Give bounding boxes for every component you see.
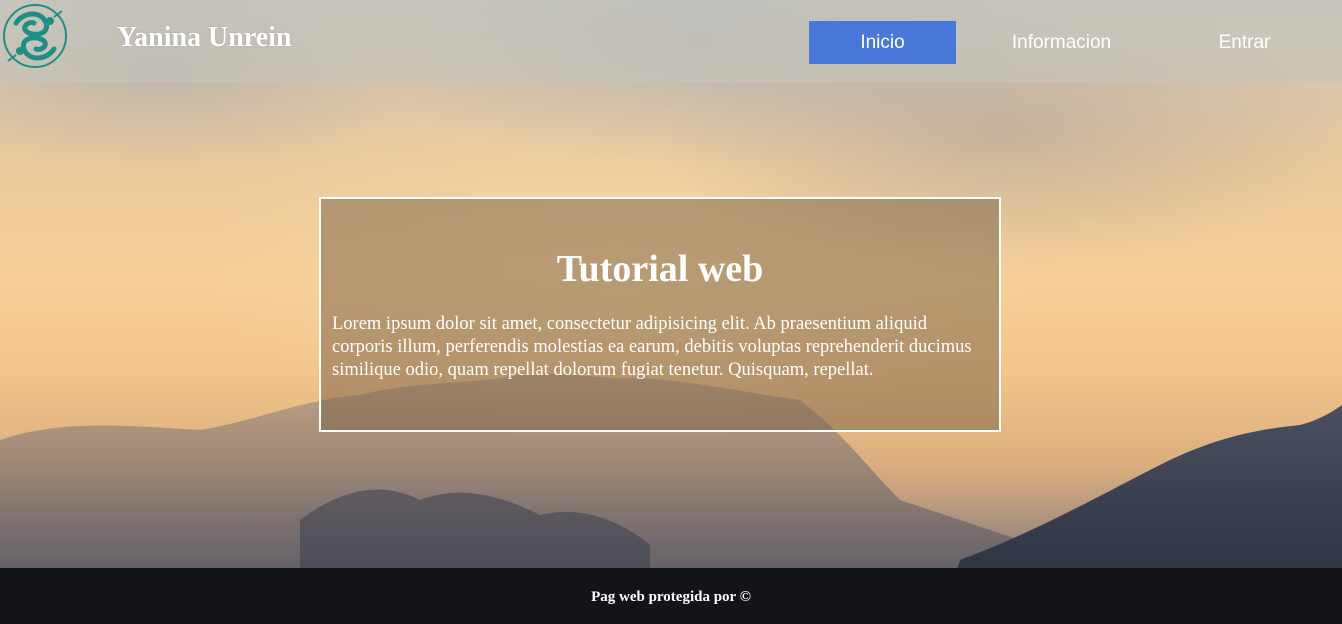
site-footer: Pag web protegida por © (0, 568, 1342, 624)
nav-link-entrar[interactable]: Entrar (1171, 21, 1318, 64)
hero-text: Lorem ipsum dolor sit amet, consectetur … (332, 314, 972, 380)
footer-copyright-text: Pag web protegida por © (591, 589, 751, 605)
pisces-fish-logo-icon[interactable] (2, 1, 68, 71)
site-header: Yanina Unrein Inicio Informacion Entrar (0, 0, 1342, 82)
hero-title: Tutorial web (556, 248, 764, 290)
hero-card: Tutorial web Lorem ipsum dolor sit amet,… (319, 197, 1001, 432)
nav-link-informacion[interactable]: Informacion (988, 21, 1135, 64)
site-brand-title[interactable]: Yanina Unrein (117, 21, 292, 55)
nav-link-inicio[interactable]: Inicio (809, 21, 956, 64)
